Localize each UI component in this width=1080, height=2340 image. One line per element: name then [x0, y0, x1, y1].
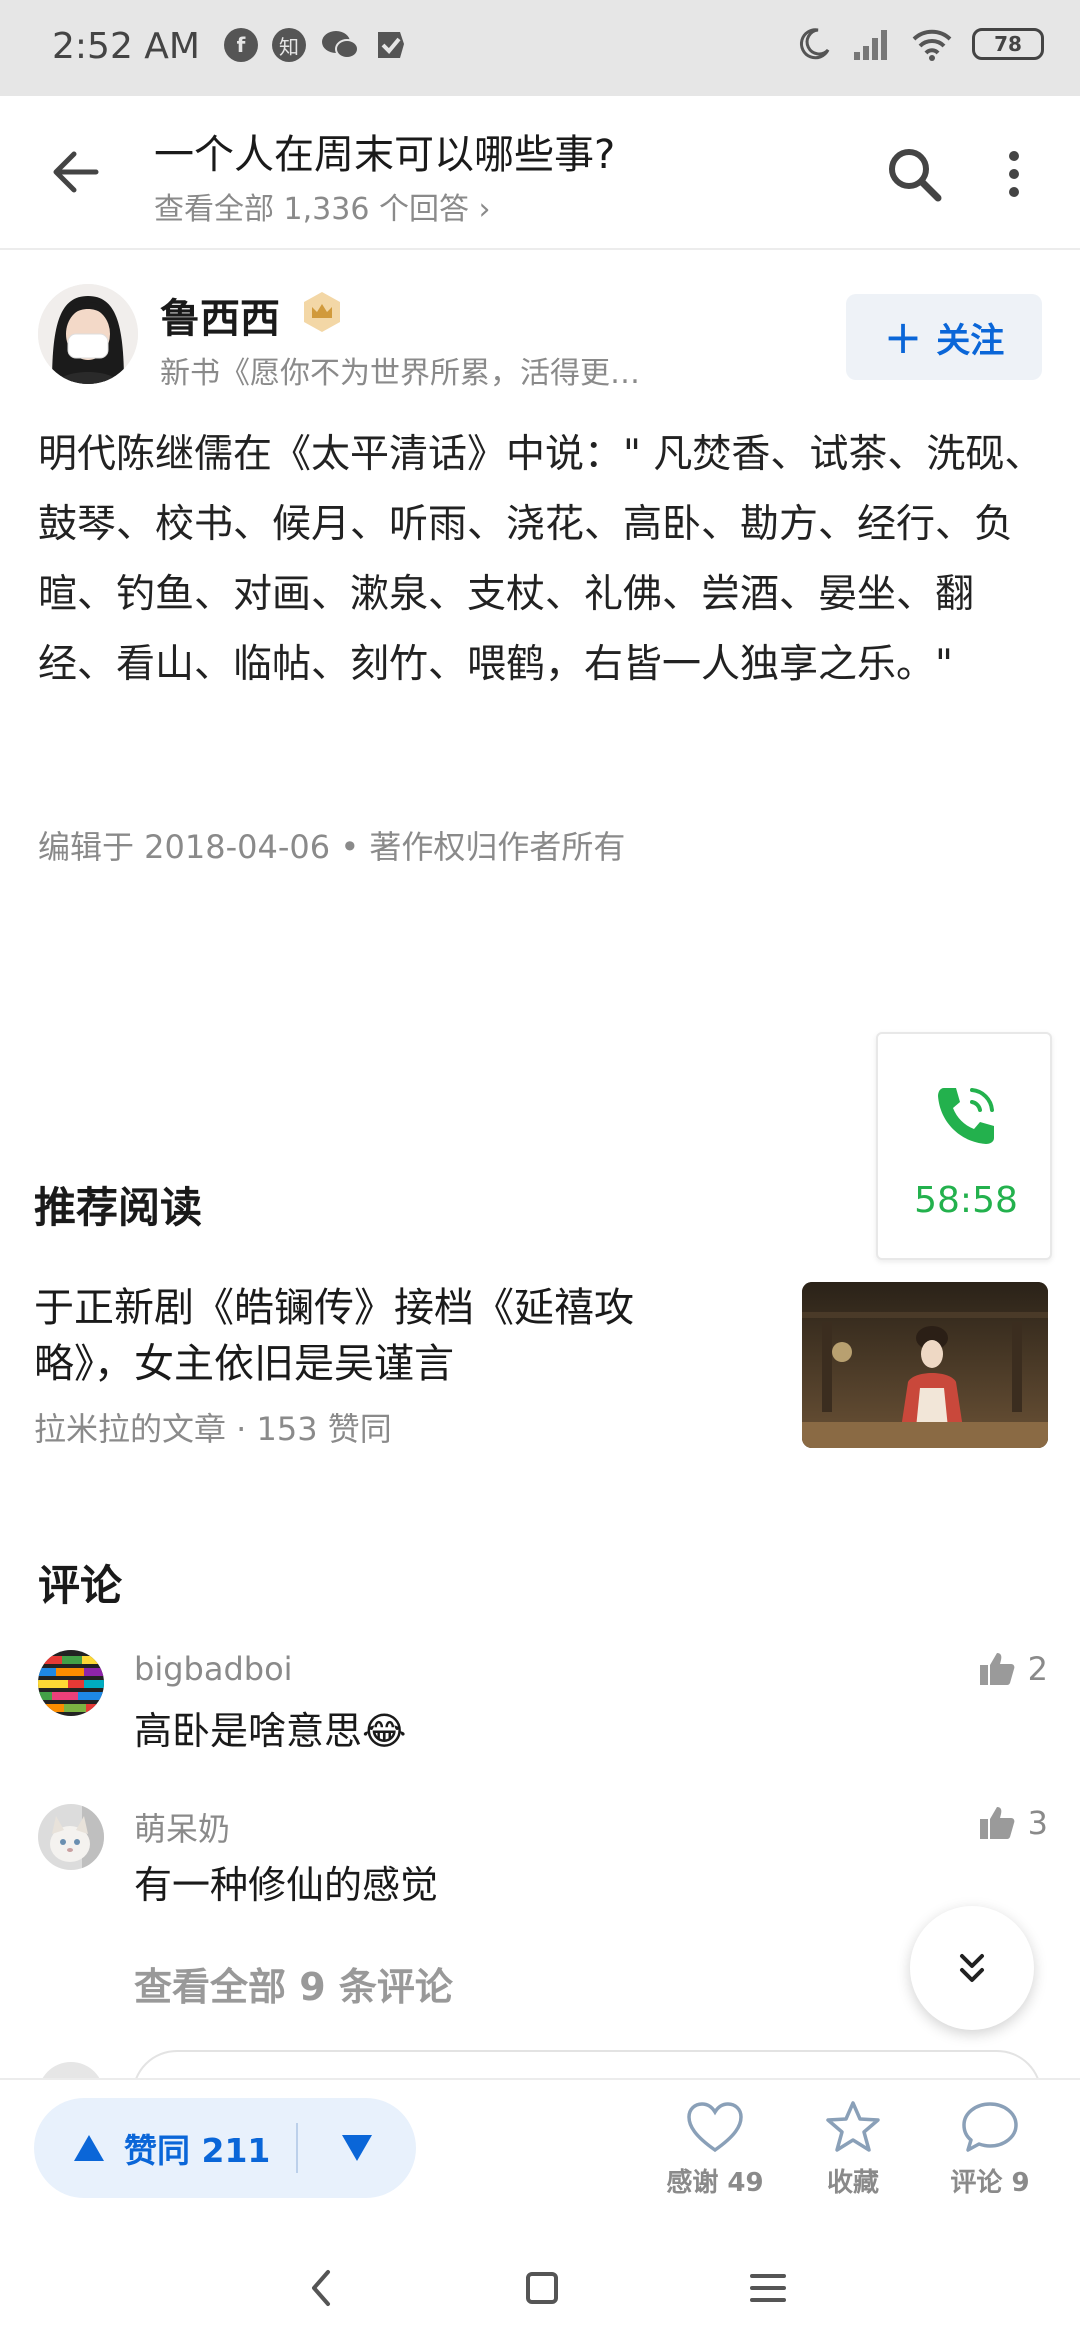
heart-icon [687, 2102, 743, 2153]
comment-like-button[interactable]: 2 [978, 1650, 1048, 1688]
call-timer: 58:58 [914, 1180, 1018, 1221]
nav-menu-icon[interactable] [738, 2258, 798, 2318]
comment-bubble-icon [962, 2102, 1018, 2152]
call-widget[interactable]: 58:58 [876, 1032, 1052, 1260]
crown-badge-icon [304, 292, 340, 332]
upvote-label: 赞同 211 [124, 2131, 271, 2170]
recommended-article-thumbnail[interactable] [802, 1282, 1048, 1448]
commenter-name[interactable]: 萌呆奶 [134, 1804, 230, 1850]
system-navigation-bar [0, 2230, 1080, 2340]
notification-icons: f 知 [224, 28, 408, 62]
collect-button[interactable]: 收藏 [793, 2100, 913, 2199]
edit-meta: 编辑于 2018-04-06 • 著作权归作者所有 [38, 828, 626, 866]
nav-home-icon[interactable] [512, 2258, 572, 2318]
comment-item: bigbadboi 高卧是啥意思😂 2 [38, 1650, 1048, 1760]
author-avatar[interactable] [38, 284, 138, 384]
facebook-icon: f [224, 28, 258, 62]
thumbs-up-icon [979, 1653, 1015, 1685]
wifi-icon [912, 29, 952, 61]
search-icon[interactable] [882, 142, 946, 206]
view-all-comments-link[interactable]: 查看全部 9 条评论 [134, 1956, 453, 2011]
comment-text: 高卧是啥意思😂 [134, 1709, 407, 1753]
commenter-name[interactable]: bigbadboi [134, 1650, 293, 1688]
battery-indicator: 78 [972, 28, 1044, 60]
triangle-up-icon [74, 2135, 104, 2161]
comment-like-count: 3 [1027, 1804, 1048, 1842]
triangle-down-icon [342, 2135, 372, 2161]
status-time: 2:52 AM [52, 26, 200, 67]
comment-count-label: 评论 9 [950, 2168, 1030, 2198]
thumbs-up-icon [979, 1807, 1015, 1839]
nav-back-icon[interactable] [292, 2258, 352, 2318]
thanks-button[interactable]: 感谢 49 [655, 2100, 775, 2199]
moon-icon [799, 28, 830, 60]
phone-call-icon [938, 1088, 994, 1144]
comment-like-count: 2 [1027, 1650, 1048, 1688]
system-icons: 78 [796, 26, 1044, 62]
upvote-button[interactable]: 赞同 211 [34, 2098, 296, 2198]
downvote-button[interactable] [298, 2133, 416, 2163]
question-title[interactable]: 一个人在周末可以哪些事? [154, 122, 615, 180]
collect-label: 收藏 [826, 2168, 879, 2198]
view-all-answers-link[interactable]: 查看全部 1,336 个回答 › [154, 184, 491, 228]
comments-section-title: 评论 [38, 1561, 123, 1610]
thanks-label: 感谢 49 [666, 2168, 764, 2198]
recommended-article-title[interactable]: 于正新剧《皓镧传》接档《延禧攻略》，女主依旧是吴谨言 [34, 1280, 694, 1392]
recommended-section-title: 推荐阅读 [34, 1183, 203, 1232]
comment-button[interactable]: 评论 9 [930, 2100, 1050, 2199]
plus-icon: + [883, 310, 923, 364]
author-bio: 新书《愿你不为世界所累，活得更… [160, 356, 640, 391]
comment-like-button[interactable]: 3 [978, 1804, 1048, 1842]
answer-body: 明代陈继儒在《太平清话》中说：" 凡焚香、试茶、洗砚、鼓琴、校书、候月、听雨、浇… [38, 432, 1044, 687]
signal-icon [854, 30, 887, 60]
bottom-action-bar: 赞同 211 感谢 49 收藏 评论 9 [0, 2078, 1080, 2230]
status-bar: 2:52 AM f 知 78 [0, 0, 1080, 96]
follow-label: 关注 [936, 320, 1005, 361]
back-arrow-icon[interactable] [44, 140, 108, 204]
scroll-down-button[interactable] [910, 1906, 1034, 2030]
author-name[interactable]: 鲁西西 [160, 286, 280, 344]
wechat-icon [322, 31, 359, 59]
double-chevron-down-icon [960, 1954, 984, 1982]
check-flag-icon [378, 32, 404, 58]
star-icon [826, 2101, 880, 2152]
zhihu-icon: 知 [272, 28, 306, 62]
more-options-icon[interactable] [996, 142, 1032, 206]
vote-pill: 赞同 211 [34, 2098, 416, 2198]
commenter-avatar[interactable] [38, 1650, 104, 1716]
commenter-avatar[interactable] [38, 1804, 104, 1870]
follow-button[interactable]: + 关注 [846, 294, 1042, 380]
comment-item: 萌呆奶 有一种修仙的感觉 3 [38, 1804, 1048, 1914]
recommended-article-meta: 拉米拉的文章 · 153 赞同 [34, 1410, 392, 1448]
comment-text: 有一种修仙的感觉 [134, 1863, 439, 1907]
top-app-bar: 一个人在周末可以哪些事? 查看全部 1,336 个回答 › [0, 96, 1080, 250]
